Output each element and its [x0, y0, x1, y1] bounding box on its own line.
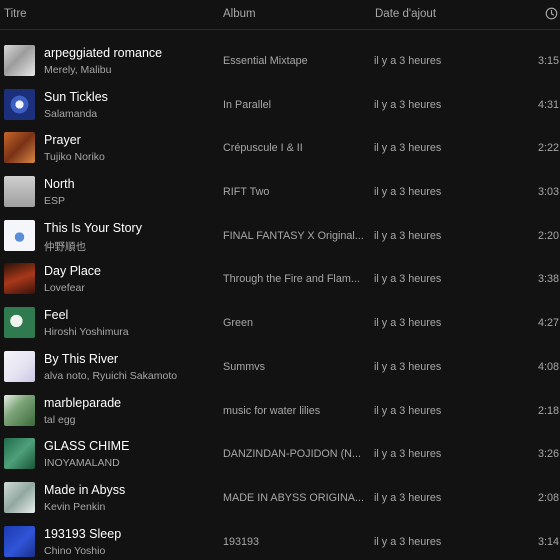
track-row[interactable]: marbleparade tal egg music for water lilie… — [0, 389, 560, 433]
track-artist[interactable]: Kevin Penkin — [44, 501, 105, 513]
track-date-added: il y a 3 heures — [374, 98, 442, 111]
track-title[interactable]: Made in Abyss — [44, 483, 125, 497]
track-album[interactable]: Through the Fire and Flam... — [223, 273, 360, 285]
track-row[interactable]: North ESP RIFT Two il y a 3 heures 3:03 — [0, 170, 560, 214]
track-row[interactable]: Day Place Lovefear Through the Fire and Fl… — [0, 257, 560, 301]
track-artist[interactable]: Tujiko Noriko — [44, 151, 105, 163]
track-date-added: il y a 3 heures — [374, 448, 442, 461]
track-album[interactable]: Crépuscule I & II — [223, 142, 303, 154]
track-row[interactable]: Prayer Tujiko Noriko Crépuscule I & II il y… — [0, 126, 560, 170]
column-header-album[interactable]: Album — [223, 8, 256, 20]
track-date-added: il y a 3 heures — [374, 404, 442, 417]
track-date-added: il y a 3 heures — [374, 535, 442, 548]
track-title[interactable]: This Is Your Story — [44, 221, 142, 235]
track-artist[interactable]: Lovefear — [44, 282, 85, 294]
album-cover-thumbnail[interactable] — [4, 132, 35, 164]
track-duration: 3:14 — [538, 535, 560, 548]
album-cover-thumbnail[interactable] — [4, 219, 35, 251]
album-cover-thumbnail[interactable] — [4, 525, 35, 557]
track-duration: 4:08 — [538, 360, 560, 373]
track-row[interactable]: arpeggiated romance Merely, Malibu Essenti… — [0, 39, 560, 83]
track-duration: 2:22 — [538, 142, 560, 155]
track-row[interactable]: This Is Your Story 仲野順也 FINAL FANTASY X Or… — [0, 214, 560, 258]
track-duration: 3:15 — [538, 55, 560, 67]
track-artist[interactable]: alva noto, Ryuichi Sakamoto — [44, 370, 177, 382]
track-album[interactable]: MADE IN ABYSS ORIGINA... — [223, 492, 364, 504]
track-album[interactable]: DANZINDAN-POJIDON (N... — [223, 448, 361, 460]
album-cover-thumbnail[interactable] — [4, 350, 35, 382]
column-header-title[interactable]: Titre — [4, 8, 27, 20]
track-album[interactable]: In Parallel — [223, 99, 271, 111]
track-row[interactable]: Feel Hiroshi Yoshimura Green il y a 3 heure… — [0, 301, 560, 345]
track-duration: 4:31 — [538, 98, 560, 111]
track-title[interactable]: marbleparade — [44, 396, 121, 410]
track-date-added: il y a 3 heures — [374, 142, 442, 155]
album-cover-thumbnail[interactable] — [4, 307, 35, 339]
track-duration: 3:03 — [538, 186, 560, 199]
album-cover-thumbnail[interactable] — [4, 394, 35, 426]
track-rows: arpeggiated romance Merely, Malibu Essenti… — [0, 39, 560, 560]
track-artist[interactable]: Merely, Malibu — [44, 64, 112, 76]
track-date-added: il y a 3 heures — [374, 55, 442, 67]
track-title[interactable]: Feel — [44, 308, 68, 322]
clock-icon[interactable] — [545, 7, 558, 20]
track-title[interactable]: Day Place — [44, 264, 101, 278]
track-artist[interactable]: ESP — [44, 195, 65, 207]
track-duration: 4:27 — [538, 317, 560, 330]
track-duration: 2:08 — [538, 491, 560, 504]
track-album[interactable]: Green — [223, 317, 253, 329]
track-duration: 2:20 — [538, 229, 560, 242]
track-list: Titre Album Date d'ajout arpeggiated rom… — [0, 0, 560, 560]
track-artist[interactable]: Hiroshi Yoshimura — [44, 326, 129, 338]
track-title[interactable]: arpeggiated romance — [44, 46, 162, 60]
track-title[interactable]: North — [44, 177, 75, 191]
track-list-header: Titre Album Date d'ajout — [0, 0, 560, 30]
track-title[interactable]: Prayer — [44, 133, 81, 147]
track-artist[interactable]: INOYAMALAND — [44, 457, 120, 469]
track-date-added: il y a 3 heures — [374, 491, 442, 504]
album-cover-thumbnail[interactable] — [4, 438, 35, 470]
album-cover-thumbnail[interactable] — [4, 176, 35, 208]
album-cover-thumbnail[interactable] — [4, 45, 35, 76]
column-header-date-added[interactable]: Date d'ajout — [375, 8, 436, 20]
track-date-added: il y a 3 heures — [374, 360, 442, 373]
track-duration: 2:18 — [538, 404, 560, 417]
track-date-added: il y a 3 heures — [374, 229, 442, 242]
track-artist[interactable]: Chino Yoshio — [44, 545, 105, 557]
album-cover-thumbnail[interactable] — [4, 481, 35, 513]
track-album[interactable]: music for water lilies — [223, 405, 320, 417]
track-row[interactable]: GLASS CHIME INOYAMALAND DANZINDAN-POJIDON … — [0, 432, 560, 476]
track-date-added: il y a 3 heures — [374, 273, 442, 286]
album-cover-thumbnail[interactable] — [4, 263, 35, 295]
track-artist[interactable]: tal egg — [44, 414, 76, 426]
track-title[interactable]: Sun Tickles — [44, 90, 108, 104]
track-row[interactable]: 193193 Sleep Chino Yoshio 193193 il y a 3 h… — [0, 520, 560, 560]
track-row[interactable]: Made in Abyss Kevin Penkin MADE IN ABYSS O… — [0, 476, 560, 520]
track-duration: 3:38 — [538, 273, 560, 286]
track-album[interactable]: 193193 — [223, 536, 259, 548]
track-album[interactable]: RIFT Two — [223, 186, 269, 198]
album-cover-thumbnail[interactable] — [4, 88, 35, 120]
track-title[interactable]: GLASS CHIME — [44, 439, 129, 453]
track-title[interactable]: By This River — [44, 352, 118, 366]
track-album[interactable]: FINAL FANTASY X Original... — [223, 230, 364, 242]
track-date-added: il y a 3 heures — [374, 186, 442, 199]
track-row[interactable]: Sun Tickles Salamanda In Parallel il y a 3 … — [0, 83, 560, 127]
track-date-added: il y a 3 heures — [374, 317, 442, 330]
track-artist[interactable]: 仲野順也 — [44, 239, 86, 254]
track-row[interactable]: By This River alva noto, Ryuichi Sakamoto… — [0, 345, 560, 389]
track-duration: 3:26 — [538, 448, 560, 461]
track-album[interactable]: Summvs — [223, 361, 265, 373]
track-title[interactable]: 193193 Sleep — [44, 527, 121, 541]
track-artist[interactable]: Salamanda — [44, 108, 97, 120]
track-album[interactable]: Essential Mixtape — [223, 55, 308, 67]
